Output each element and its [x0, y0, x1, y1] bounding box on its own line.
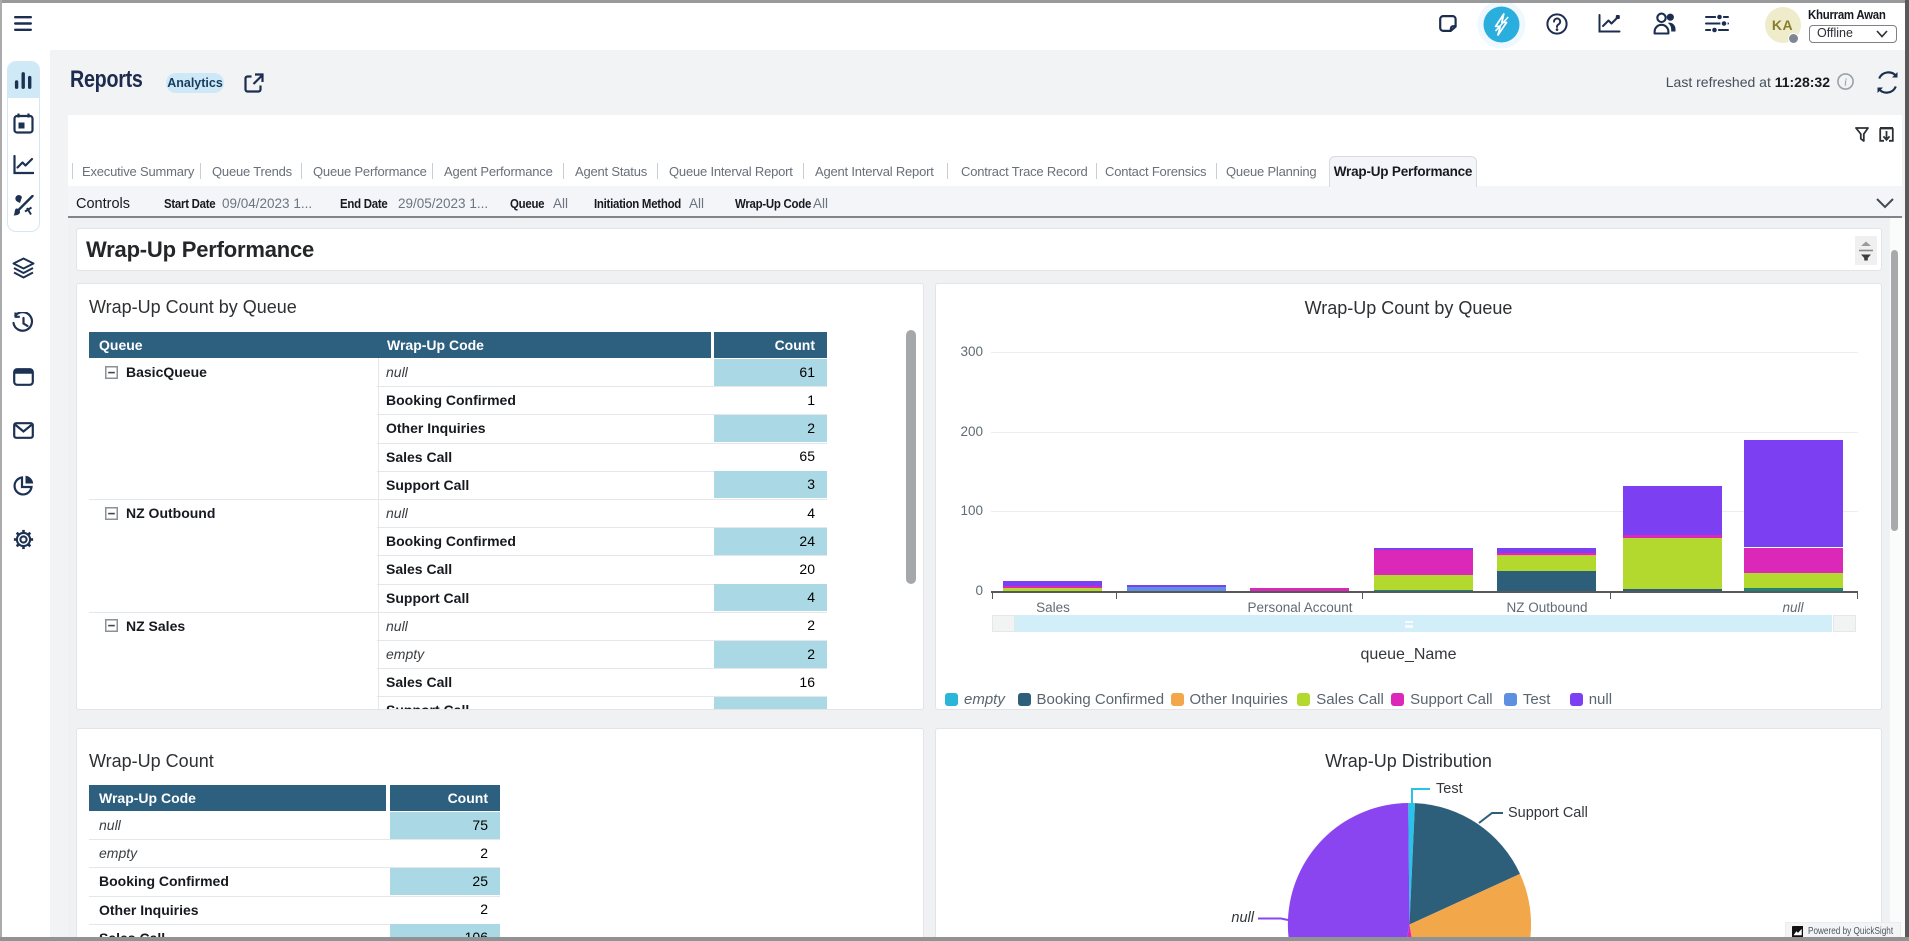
- svg-text:i: i: [1844, 77, 1847, 89]
